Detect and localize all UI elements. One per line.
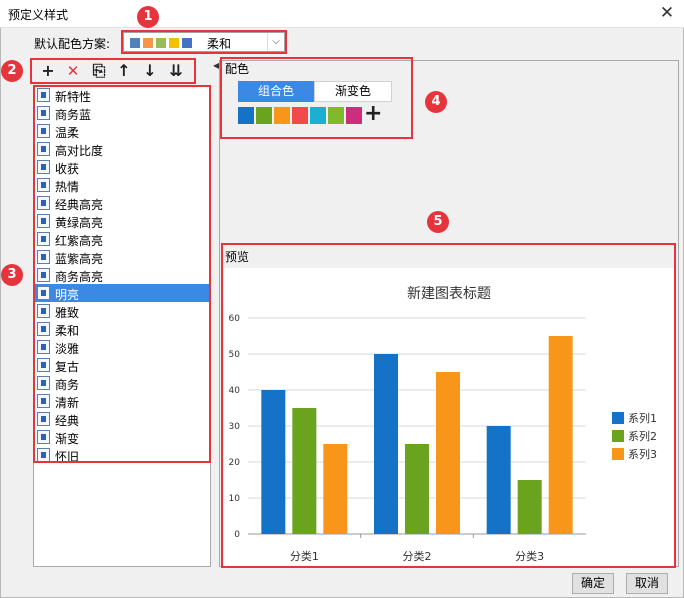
annotation-box-4 <box>220 57 413 139</box>
close-icon[interactable]: ✕ <box>654 2 680 26</box>
title-bar: 预定义样式 ✕ <box>0 0 684 28</box>
collapse-arrow-icon[interactable]: ◀ <box>213 61 219 70</box>
window-title: 预定义样式 <box>8 8 69 22</box>
scheme-label: 默认配色方案: <box>34 37 111 51</box>
annotation-box-3 <box>33 85 211 463</box>
annotation-box-5 <box>221 243 676 568</box>
annotation-marker-2: 2 <box>1 60 23 82</box>
ok-button[interactable]: 确定 <box>572 573 614 594</box>
annotation-box-1 <box>121 30 287 54</box>
annotation-marker-4: 4 <box>425 91 447 113</box>
annotation-box-2 <box>30 58 196 84</box>
annotation-marker-1: 1 <box>137 6 159 28</box>
annotation-marker-3: 3 <box>1 264 23 286</box>
cancel-button[interactable]: 取消 <box>626 573 668 594</box>
annotation-marker-5: 5 <box>427 211 449 233</box>
